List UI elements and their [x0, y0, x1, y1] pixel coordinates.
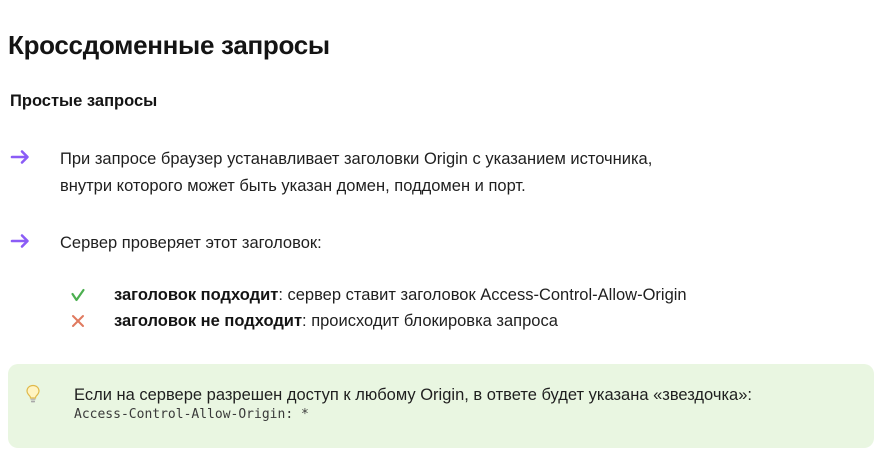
list-item-bold: заголовок подходит	[114, 285, 279, 304]
cross-icon	[72, 315, 84, 327]
bullet-text: Сервер проверяет этот заголовок:	[60, 230, 322, 257]
bullet-text: При запросе браузер устанавливает заголо…	[60, 146, 652, 200]
check-icon	[71, 288, 85, 302]
page-title: Кроссдоменные запросы	[8, 30, 330, 60]
check-result-list: заголовок подходит: сервер ставит заголо…	[70, 282, 830, 334]
bullet-line: Сервер проверяет этот заголовок:	[60, 234, 322, 252]
bullet-origin-header: При запросе браузер устанавливает заголо…	[10, 146, 810, 200]
list-item-header-bad: заголовок не подходит: происходит блокир…	[70, 308, 830, 334]
list-item-text: : происходит блокировка запроса	[302, 311, 558, 330]
bullet-line: При запросе браузер устанавливает заголо…	[60, 150, 653, 168]
arrow-right-icon	[10, 234, 29, 248]
arrow-right-icon	[10, 150, 29, 164]
section-title: Простые запросы	[10, 92, 158, 110]
tip-note: Если на сервере разрешен доступ к любому…	[8, 364, 874, 448]
bullet-server-check: Сервер проверяет этот заголовок:	[10, 230, 810, 257]
note-text: Если на сервере разрешен доступ к любому…	[74, 386, 752, 404]
list-item-text: : сервер ставит заголовок Access-Control…	[278, 285, 687, 304]
bullet-line: внутри которого может быть указан домен,…	[60, 177, 526, 195]
list-item-bold: заголовок не подходит	[114, 311, 303, 330]
note-code: Access-Control-Allow-Origin: *	[74, 407, 309, 422]
list-item-header-ok: заголовок подходит: сервер ставит заголо…	[70, 282, 830, 308]
lightbulb-icon	[26, 384, 40, 403]
